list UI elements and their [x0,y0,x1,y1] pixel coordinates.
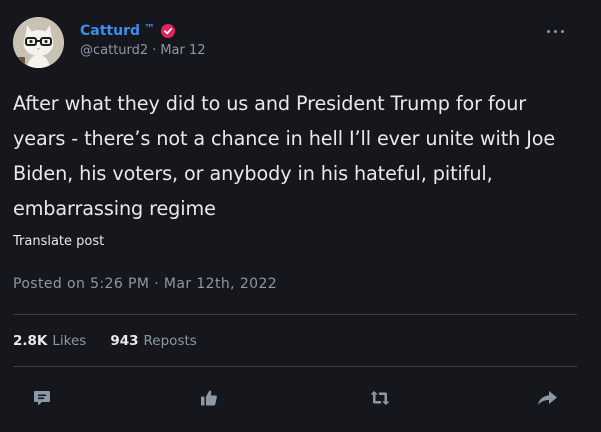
author-handle[interactable]: @catturd2 [80,43,148,58]
post-text: After what they did to us and President … [13,92,556,220]
post-stats: 2.8K Likes 943 Reposts [13,333,197,349]
share-arrow-icon [538,391,557,405]
post-card: Catturd ™ @catturd2 · Mar 12 After what … [0,0,601,432]
like-button[interactable] [197,386,221,410]
reposts-label: Reposts [143,333,197,349]
repost-icon [370,391,390,405]
share-button[interactable] [535,386,559,410]
likes-stat[interactable]: 2.8K Likes [13,333,86,349]
author-meta: @catturd2 · Mar 12 [80,43,206,58]
post-timestamp: Posted on 5:26 PM · Mar 12th, 2022 [13,276,278,292]
post-date[interactable]: Mar 12 [160,43,205,58]
avatar[interactable] [13,17,64,68]
divider-top [13,314,577,315]
repost-button[interactable] [368,386,392,410]
author-name-line: Catturd ™ [80,21,175,39]
meta-separator: · [152,43,157,58]
divider-bottom [13,366,577,367]
thumbs-up-icon [201,390,217,406]
translate-post-link[interactable]: Translate post [13,234,104,249]
trademark-symbol: ™ [144,21,155,35]
likes-label: Likes [52,333,87,349]
author-display-name[interactable]: Catturd [80,23,140,39]
more-options-icon[interactable] [547,30,564,33]
likes-count: 2.8K [13,333,48,349]
reply-button[interactable] [30,386,54,410]
reposts-count: 943 [110,333,139,349]
verified-badge-icon [161,24,175,38]
reposts-stat[interactable]: 943 Reposts [110,333,196,349]
comment-icon [34,391,50,406]
